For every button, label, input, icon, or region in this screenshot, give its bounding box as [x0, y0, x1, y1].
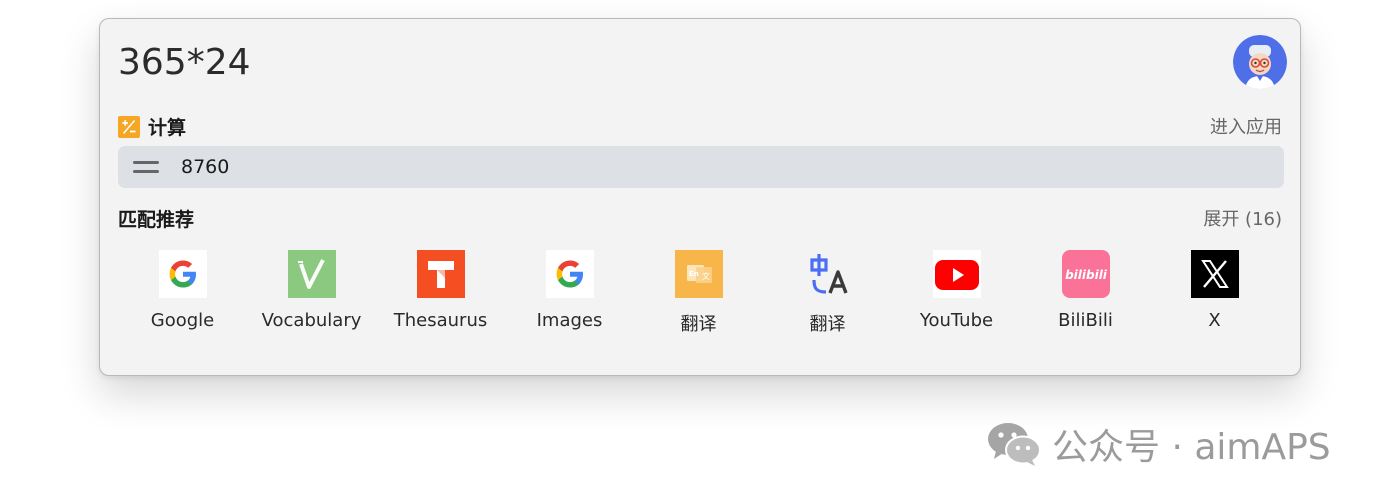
thesaurus-t-icon — [416, 250, 465, 298]
svg-text:文: 文 — [702, 271, 710, 281]
google-g-icon — [158, 250, 207, 298]
watermark-text: 公众号 · aimAPS — [1052, 427, 1331, 468]
wechat-watermark: 公众号 · aimAPS — [986, 418, 1331, 470]
google-images-icon — [545, 250, 594, 298]
app-label: BiliBili — [1058, 310, 1113, 331]
app-google[interactable]: Google — [118, 250, 247, 331]
calculator-section-title: 计算 — [118, 113, 1282, 140]
app-x[interactable]: X — [1150, 250, 1279, 331]
calculation-result-row[interactable]: 8760 — [118, 146, 1284, 188]
bilibili-icon: bilibili — [1061, 250, 1110, 298]
app-thesaurus[interactable]: Thesaurus — [376, 250, 505, 331]
calculator-icon — [118, 115, 140, 138]
x-logo-icon — [1190, 250, 1239, 298]
youtube-icon — [932, 250, 981, 298]
expand-link[interactable]: 展开 (16) — [1203, 205, 1282, 231]
recommended-apps-list: Google Vocabulary Thesaurus Images En 文 … — [118, 250, 1284, 340]
calculation-result: 8760 — [181, 156, 230, 178]
app-bilibili[interactable]: bilibili BiliBili — [1021, 250, 1150, 331]
svg-text:En: En — [689, 270, 699, 278]
app-label: 翻译 — [680, 314, 717, 335]
app-label: Thesaurus — [393, 310, 488, 331]
calculator-section-header: 计算 进入应用 — [118, 113, 1282, 140]
wechat-icon — [988, 423, 1041, 466]
user-avatar[interactable] — [1233, 35, 1287, 89]
app-translate-zh[interactable]: 翻译 — [763, 250, 892, 336]
search-query-input[interactable]: 365*24 — [118, 41, 251, 85]
app-label: Images — [536, 310, 603, 331]
app-label: Vocabulary — [261, 310, 362, 331]
launcher-panel: 365*24 计算 进入应用 8760 匹配推荐 展开 (16) Google … — [99, 18, 1301, 376]
app-translate-book[interactable]: En 文 翻译 — [634, 250, 763, 336]
app-label: YouTube — [919, 310, 994, 331]
app-label: Google — [150, 310, 215, 331]
calculator-title: 计算 — [148, 117, 187, 139]
equals-icon — [133, 161, 159, 173]
translate-book-icon: En 文 — [674, 250, 723, 298]
app-vocabulary[interactable]: Vocabulary — [247, 250, 376, 331]
recommendations-section-header: 匹配推荐 展开 (16) — [118, 205, 1282, 231]
translate-zh-a-icon — [803, 250, 852, 298]
recommendations-title: 匹配推荐 — [118, 209, 195, 231]
vocabulary-check-icon — [287, 250, 336, 298]
open-app-link[interactable]: 进入应用 — [1210, 113, 1282, 139]
app-images[interactable]: Images — [505, 250, 634, 331]
app-label: X — [1208, 310, 1221, 331]
svg-text:bilibili: bilibili — [1065, 268, 1108, 282]
app-label: 翻译 — [809, 314, 846, 335]
app-youtube[interactable]: YouTube — [892, 250, 1021, 331]
